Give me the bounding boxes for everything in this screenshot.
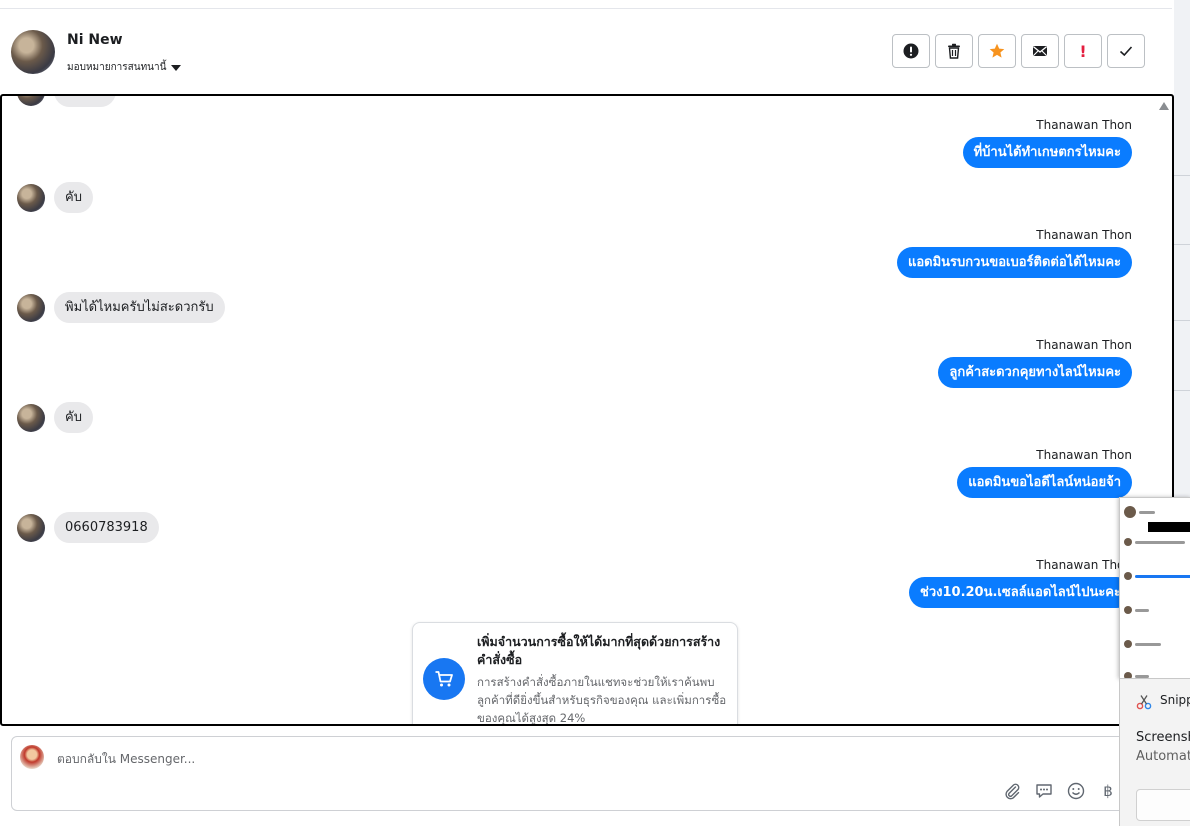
trash-icon: [948, 43, 960, 59]
snip-message-title: Screenshot copied to clipboard: [1136, 730, 1190, 745]
message-bubble[interactable]: แอดมินขอไอดีไลน์หน่อยจ้า: [957, 467, 1132, 498]
alert-circle-icon: [903, 43, 919, 59]
outgoing-message: Thanawan Thon ลูกค้าสะดวกคุยทางไลน์ไหมคะ: [938, 338, 1132, 388]
delete-button[interactable]: [935, 34, 973, 68]
message-sender: Thanawan Thon: [1036, 228, 1132, 242]
outgoing-message: Thanawan Thon แอดมินรบกวนขอเบอร์ติดต่อได…: [896, 228, 1132, 278]
emoji-icon[interactable]: [1066, 781, 1086, 801]
conversation-header: Ni New มอบหมายการสนทนานี้ !: [0, 9, 1172, 95]
contact-avatar-small[interactable]: [17, 293, 45, 322]
assign-conversation-dropdown[interactable]: มอบหมายการสนทนานี้: [67, 60, 182, 75]
saved-reply-icon[interactable]: [1034, 781, 1054, 801]
partial-previous-message: [17, 96, 116, 107]
contact-avatar-small[interactable]: [17, 183, 45, 212]
star-button[interactable]: [978, 34, 1016, 68]
create-order-promo-card[interactable]: เพิ่มจำนวนการซื้อให้ได้มากที่สุดด้วยการส…: [412, 622, 738, 725]
assign-label: มอบหมายการสนทนานี้: [67, 62, 167, 73]
exclamation-icon: !: [1079, 41, 1087, 61]
star-icon: [989, 43, 1005, 58]
page-avatar: [20, 745, 44, 769]
message-bubble[interactable]: ลูกค้าสะดวกคุยทางไลน์ไหมคะ: [938, 357, 1132, 388]
message-bubble[interactable]: ช่วง10.20น.เซลล์แอดไลน์ไปนะคะ: [909, 577, 1132, 608]
message-sender: Thanawan Thon: [1036, 448, 1132, 462]
snip-action-button[interactable]: [1136, 789, 1190, 821]
incoming-message: พิมได้ไหมครับไม่สะดวกรับ: [17, 292, 225, 323]
outgoing-message: Thanawan Thon ที่บ้านได้ทำเกษตกรไหมคะ: [962, 118, 1132, 168]
contact-avatar[interactable]: [11, 30, 55, 74]
message-bubble[interactable]: คับ: [54, 402, 93, 433]
message-bubble[interactable]: ที่บ้านได้ทำเกษตกรไหมคะ: [962, 137, 1132, 168]
check-icon: [1119, 46, 1133, 57]
incoming-message: 0660783918: [17, 512, 159, 543]
message-bubble[interactable]: แอดมินรบกวนขอเบอร์ติดต่อได้ไหมคะ: [896, 247, 1132, 278]
outgoing-message: Thanawan Thon ช่วง10.20น.เซลล์แอดไลน์ไปน…: [909, 558, 1132, 608]
snip-preview-thumbnail[interactable]: [1119, 497, 1190, 679]
incoming-message: คับ: [17, 182, 93, 213]
scroll-up-arrow-icon[interactable]: [1159, 102, 1169, 110]
caret-down-icon: [171, 64, 182, 71]
message-bubble[interactable]: พิมได้ไหมครับไม่สะดวกรับ: [54, 292, 225, 323]
contact-avatar-small[interactable]: [17, 403, 45, 432]
message-sender: Thanawan Thon: [1036, 558, 1132, 572]
promo-body: การสร้างคำสั่งซื้อภายในแชทจะช่วยให้เราค้…: [477, 675, 727, 725]
message-bubble[interactable]: คับ: [54, 182, 93, 213]
snip-message-detail: Automatically saved to screenshots folde…: [1136, 749, 1190, 764]
incoming-message: คับ: [17, 402, 93, 433]
snipping-notification[interactable]: Snipping Tool Screenshot copied to clipb…: [1119, 678, 1190, 826]
shopping-cart-icon: [423, 658, 465, 700]
envelope-icon: [1033, 46, 1047, 56]
message-thread[interactable]: Thanawan Thon ที่บ้านได้ทำเกษตกรไหมคะ คั…: [0, 94, 1174, 726]
composer-tools: ฿: [1002, 781, 1118, 801]
mail-button[interactable]: [1021, 34, 1059, 68]
contact-avatar-small: [17, 96, 45, 106]
contact-name[interactable]: Ni New: [67, 32, 123, 48]
baht-icon[interactable]: ฿: [1098, 781, 1118, 801]
snip-app-name: Snipping Tool: [1160, 693, 1190, 707]
contact-avatar-small[interactable]: [17, 513, 45, 542]
alert-button[interactable]: [892, 34, 930, 68]
important-button[interactable]: !: [1064, 34, 1102, 68]
message-sender: Thanawan Thon: [1036, 118, 1132, 132]
snipping-tool-icon: [1136, 695, 1152, 710]
outgoing-message: Thanawan Thon แอดมินขอไอดีไลน์หน่อยจ้า: [957, 448, 1132, 498]
message-bubble[interactable]: 0660783918: [54, 512, 159, 543]
reply-composer: ฿: [11, 736, 1131, 811]
promo-title: เพิ่มจำนวนการซื้อให้ได้มากที่สุดด้วยการส…: [477, 634, 721, 667]
paperclip-icon[interactable]: [1002, 781, 1022, 801]
message-sender: Thanawan Thon: [1036, 338, 1132, 352]
conversation-toolbar: !: [892, 34, 1145, 68]
done-button[interactable]: [1107, 34, 1145, 68]
reply-input[interactable]: [57, 752, 657, 766]
